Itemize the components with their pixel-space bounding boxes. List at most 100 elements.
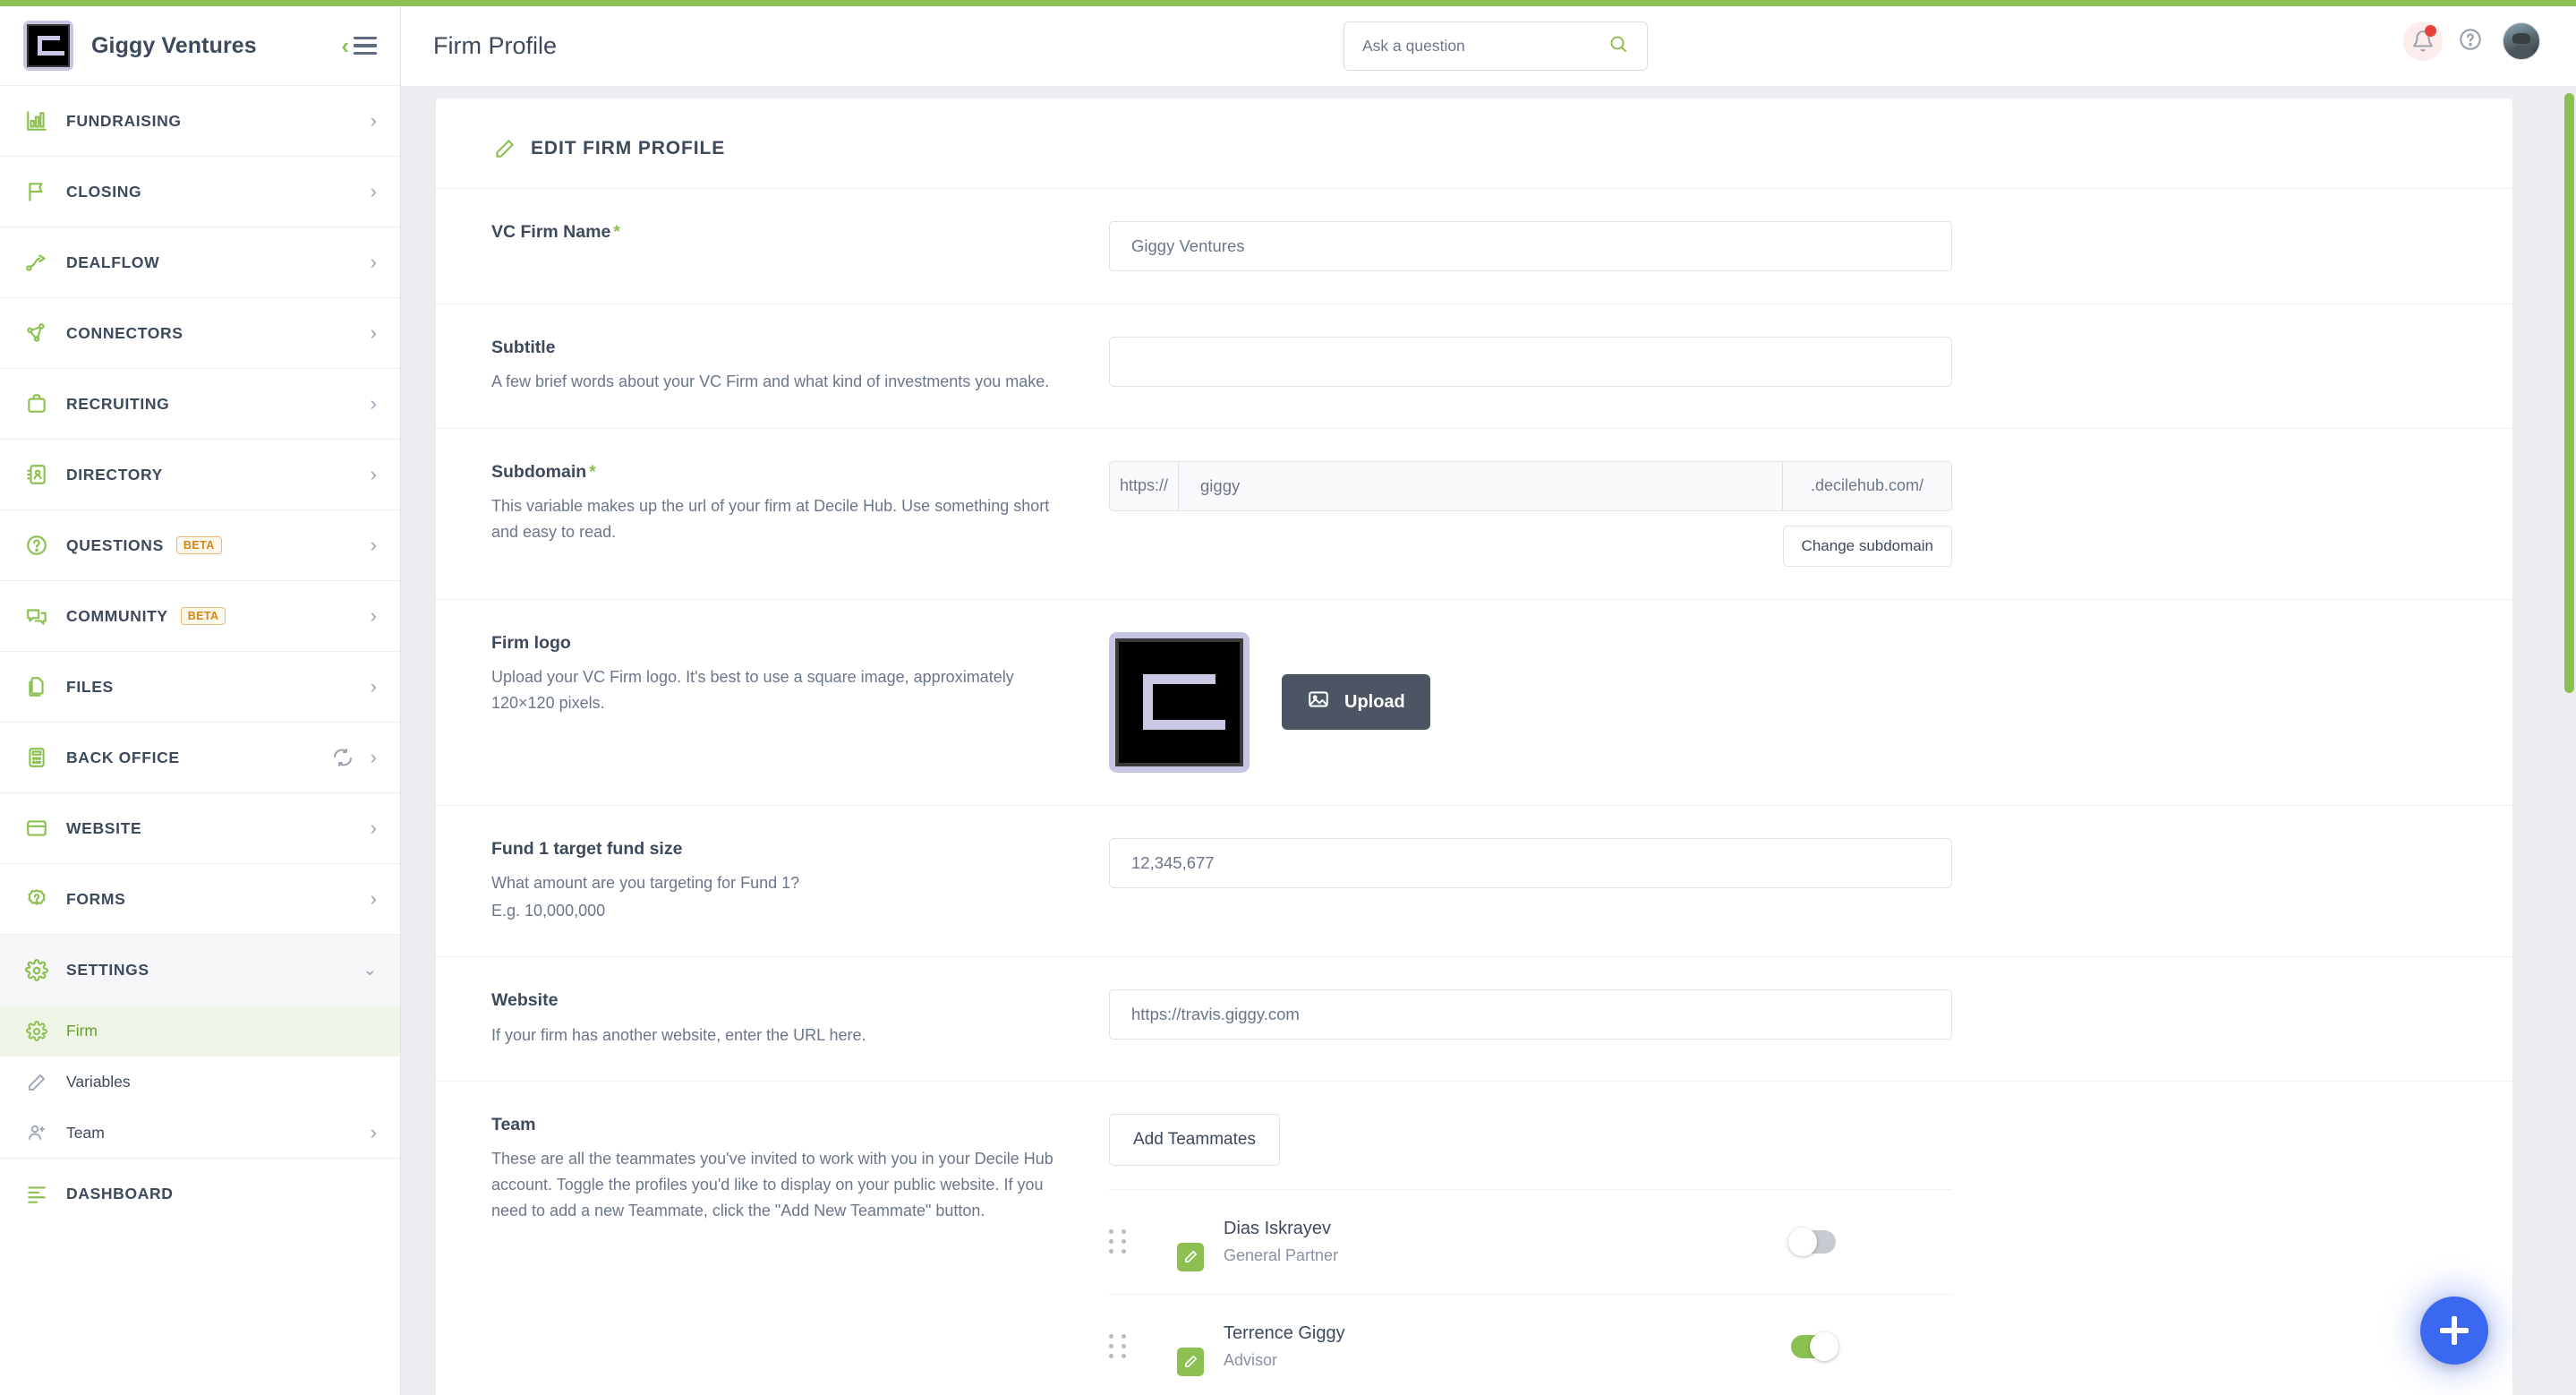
subdomain-hint: This variable makes up the url of your f… [491,496,1050,541]
chevron-right-icon: › [370,604,377,627]
user-avatar[interactable] [2503,22,2540,60]
add-fab-button[interactable] [2420,1297,2488,1365]
subdomain-label-block: Subdomain * This variable makes up the ur… [491,461,1109,546]
sidebar-item-label: BACK OFFICE [66,748,180,766]
sidebar-item-back-office[interactable]: BACK OFFICE › [0,723,400,793]
subdomain-field-block: https:// .decilehub.com/ Change subdomai… [1109,460,1952,567]
chevron-right-icon: › [370,392,377,415]
sidebar-subitem-label: Variables [66,1073,131,1091]
fund-size-input[interactable] [1109,837,1952,888]
briefcase-icon [23,390,50,417]
sync-icon[interactable] [329,746,356,769]
subdomain-label: Subdomain * [491,461,1073,484]
member-role: General Partner [1224,1245,1339,1264]
website-hint: If your firm has another website, enter … [491,1025,866,1044]
edit-member-button[interactable] [1177,1347,1204,1376]
required-marker: * [613,222,620,242]
image-icon [1307,688,1330,716]
search-icon[interactable] [1608,33,1629,59]
sidebar-item-dealflow[interactable]: DEALFLOW › [0,227,400,298]
sidebar-item-firm[interactable]: Firm [0,1006,400,1057]
main-content: EDIT FIRM PROFILE VC Firm Name* Subtitle… [401,86,2576,1395]
team-hint: These are all the teammates you've invit… [491,1150,1053,1220]
chevron-right-icon: › [370,887,377,910]
question-circle-icon [2460,28,2481,50]
sidebar-item-settings[interactable]: SETTINGS ⌄ [0,935,400,1006]
sidebar-item-dashboard[interactable]: DASHBOARD [0,1159,400,1229]
notifications-button[interactable] [2403,21,2443,61]
gear-icon [23,1018,50,1045]
change-subdomain-button[interactable]: Change subdomain [1782,525,1952,567]
logo-upload-row: Upload [1109,631,1952,773]
sidebar-item-label: CLOSING [66,182,142,201]
sidebar-item-team[interactable]: Team › [0,1108,400,1159]
notification-dot [2425,25,2436,37]
page-title: Firm Profile [433,32,558,59]
sidebar-item-connectors[interactable]: CONNECTORS › [0,298,400,369]
firm-logo-label-block: Firm logo Upload your VC Firm logo. It's… [491,632,1109,717]
subtitle-hint: A few brief words about your VC Firm and… [491,372,1050,391]
app-root: Giggy Ventures ‹ FUNDRAISING › CLOSING ›… [0,0,2576,1395]
row-subdomain: Subdomain * This variable makes up the ur… [436,427,2512,599]
firm-logo-preview[interactable] [1109,631,1250,773]
sidebar-item-variables[interactable]: Variables [0,1057,400,1108]
sidebar-item-community[interactable]: COMMUNITY BETA › [0,581,400,652]
sidebar-item-forms[interactable]: FORMS › [0,864,400,935]
dashboard-icon [23,1181,50,1208]
sidebar-item-files[interactable]: FILES › [0,652,400,723]
subtitle-label-block: Subtitle A few brief words about your VC… [491,337,1109,396]
website-input[interactable] [1109,989,1952,1040]
brand-header: Giggy Ventures ‹ [0,6,400,86]
member-visibility-toggle[interactable] [1791,1331,1838,1361]
subdomain-input-group: https:// .decilehub.com/ [1109,460,1952,511]
sidebar-item-label: CONNECTORS [66,323,183,342]
drag-handle[interactable] [1109,1229,1129,1254]
edit-member-button[interactable] [1177,1242,1204,1271]
row-firm-logo: Firm logo Upload your VC Firm logo. It's… [436,598,2512,805]
pencil-icon [23,1069,50,1096]
member-role: Advisor [1224,1350,1278,1369]
sidebar-item-questions[interactable]: QUESTIONS BETA › [0,510,400,581]
pencil-icon [491,136,518,161]
sidebar-item-fundraising[interactable]: FUNDRAISING › [0,86,400,157]
fund-size-hint-1: What amount are you targeting for Fund 1… [491,873,800,892]
sidebar-item-directory[interactable]: DIRECTORY › [0,440,400,510]
sidebar-item-label: DEALFLOW [66,252,160,271]
user-add-icon [23,1119,50,1146]
sidebar-nav: FUNDRAISING › CLOSING › DEALFLOW › CONNE… [0,86,400,1229]
chevron-right-icon: › [370,180,377,202]
subdomain-input[interactable] [1179,460,1782,511]
row-fund-size: Fund 1 target fund size What amount are … [436,804,2512,957]
drag-handle[interactable] [1109,1334,1129,1359]
chevron-right-icon: › [370,746,377,768]
beta-badge: BETA [175,536,222,554]
row-subtitle: Subtitle A few brief words about your VC… [436,304,2512,428]
chevron-right-icon: › [370,321,377,344]
sidebar-collapse-button[interactable]: ‹ [341,34,377,57]
help-button[interactable] [2458,27,2483,56]
card-header: EDIT FIRM PROFILE [436,98,2512,161]
upload-button-label: Upload [1344,691,1405,712]
vertical-scrollbar-thumb[interactable] [2564,93,2574,693]
firm-name-input[interactable] [1109,221,1952,271]
chevron-right-icon: › [370,463,377,485]
member-name: Dias Iskrayev [1224,1218,1332,1238]
firm-logo-icon [23,21,73,71]
chevron-down-icon: ⌄ [363,961,377,980]
team-label: Team [491,1114,536,1134]
firm-profile-card: EDIT FIRM PROFILE VC Firm Name* Subtitle… [436,98,2512,1395]
add-teammates-button[interactable]: Add Teammates [1109,1113,1280,1166]
sidebar-item-recruiting[interactable]: RECRUITING › [0,369,400,440]
sidebar-item-closing[interactable]: CLOSING › [0,157,400,227]
subtitle-input[interactable] [1109,337,1952,387]
row-website: Website If your firm has another website… [436,956,2512,1081]
firm-logo-field-block: Upload [1109,631,1952,773]
member-info: Terrence Giggy Advisor [1224,1323,1791,1370]
table-row: Dias Iskrayev General Partner [1109,1188,1952,1294]
search-input[interactable] [1362,37,1608,56]
sidebar-item-website[interactable]: WEBSITE › [0,793,400,864]
search-box[interactable] [1343,21,1648,71]
network-icon [23,320,50,347]
upload-button[interactable]: Upload [1282,674,1430,730]
member-visibility-toggle[interactable] [1788,1227,1836,1256]
